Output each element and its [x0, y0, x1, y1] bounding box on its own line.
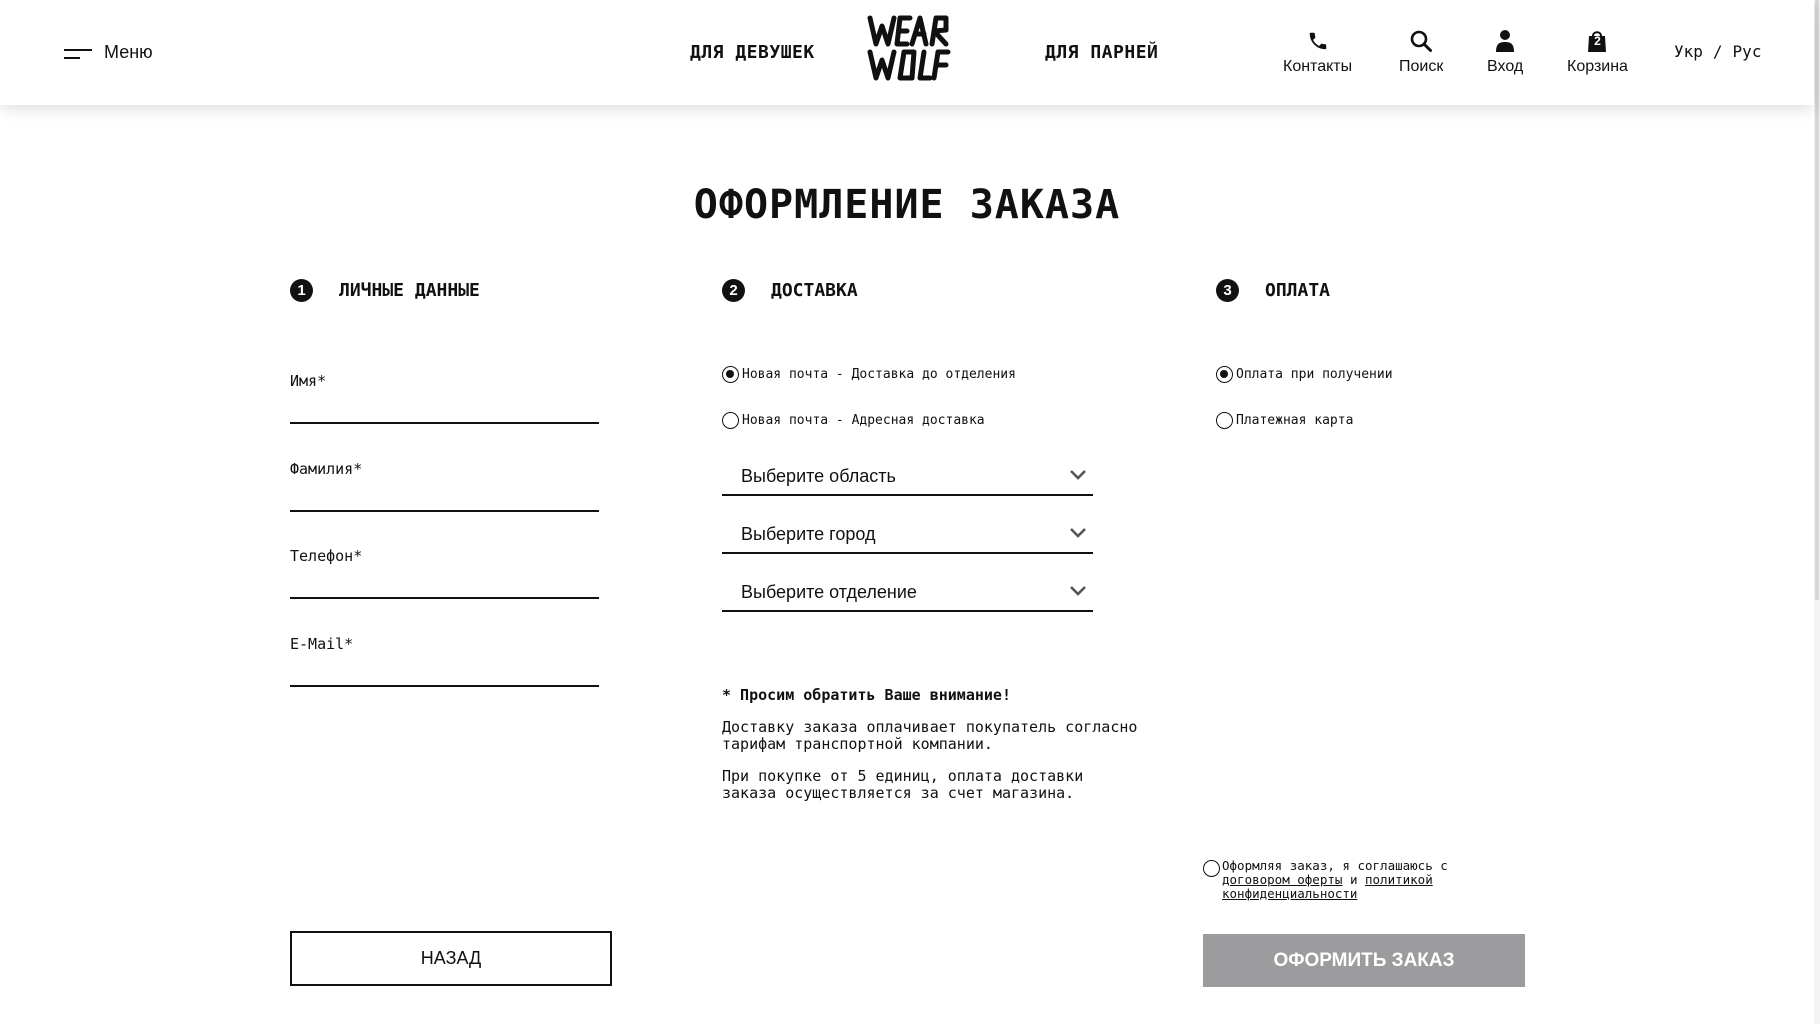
chevron-down-icon — [1070, 586, 1086, 596]
hamburger-icon — [64, 46, 92, 60]
notice-title: * Просим обратить Ваше внимание! — [722, 686, 1011, 704]
agreement-text: Оформляя заказ, я соглашаюсь с договором… — [1222, 859, 1493, 901]
step-number: 1 — [290, 279, 313, 302]
payment-option-card[interactable]: Платежная карта — [1216, 412, 1353, 429]
search-icon — [1408, 28, 1434, 54]
submit-order-button[interactable]: ОФОРМИТЬ ЗАКАЗ — [1203, 934, 1525, 987]
contacts-link[interactable]: Контакты — [1283, 28, 1352, 76]
menu-label: Меню — [104, 42, 153, 62]
email-field: E-Mail* — [290, 635, 599, 687]
step-personal-data: 1 ЛИЧНЫЕ ДАННЫЕ — [290, 279, 480, 302]
search-link[interactable]: Поиск — [1399, 28, 1443, 76]
radio-button-checked[interactable] — [1216, 366, 1233, 383]
lang-ukr[interactable]: Укр — [1674, 42, 1703, 61]
last-name-field: Фамилия* — [290, 460, 599, 512]
lang-rus[interactable]: Рус — [1733, 42, 1762, 61]
page-title: ОФОРМЛЕНИЕ ЗАКАЗА — [693, 182, 1121, 228]
phone-icon — [1305, 28, 1331, 54]
payment-option-cod[interactable]: Оплата при получении — [1216, 366, 1393, 383]
region-select[interactable]: Выберите область — [722, 458, 1093, 496]
phone-input[interactable] — [290, 573, 599, 595]
delivery-option-branch[interactable]: Новая почта - Доставка до отделения — [722, 366, 1016, 383]
site-header: Меню ДЛЯ ДЕВУШЕК ДЛЯ ПАРНЕЙ Контакты Пои… — [0, 0, 1814, 105]
region-select-value: Выберите область — [741, 466, 896, 486]
back-button[interactable]: НАЗАД — [290, 931, 612, 986]
nav-link-boys[interactable]: ДЛЯ ПАРНЕЙ — [1045, 42, 1158, 63]
city-select[interactable]: Выберите город — [722, 516, 1093, 554]
contacts-label: Контакты — [1283, 58, 1353, 75]
login-link[interactable]: Вход — [1487, 28, 1523, 76]
email-label: E-Mail* — [290, 635, 354, 653]
lang-separator: / — [1712, 42, 1723, 61]
step-title: ДОСТАВКА — [771, 280, 858, 301]
phone-field: Телефон* — [290, 547, 599, 599]
cart-count-badge: 2 — [1594, 34, 1601, 48]
user-icon — [1492, 28, 1518, 54]
language-switcher: Укр / Рус — [1674, 42, 1761, 61]
step-number: 2 — [722, 279, 745, 302]
menu-button[interactable]: Меню — [64, 42, 153, 63]
agreement-text-and: и — [1342, 872, 1365, 887]
branch-select[interactable]: Выберите отделение — [722, 574, 1093, 612]
chevron-down-icon — [1070, 470, 1086, 480]
shopping-bag-icon: 2 — [1584, 28, 1610, 54]
notice-paragraph: При покупке от 5 единиц, оплата доставки… — [722, 767, 1084, 802]
agreement-checkbox[interactable] — [1203, 860, 1220, 877]
last-name-label: Фамилия* — [290, 460, 363, 478]
page-scrollbar[interactable] — [1814, 0, 1820, 1024]
cart-link[interactable]: 2 Корзина — [1567, 28, 1628, 76]
radio-button[interactable] — [1216, 412, 1233, 429]
branch-select-value: Выберите отделение — [741, 582, 917, 602]
email-input[interactable] — [290, 661, 599, 683]
payment-option-label: Платежная карта — [1236, 413, 1354, 428]
step-title: ЛИЧНЫЕ ДАННЫЕ — [339, 280, 480, 301]
city-select-value: Выберите город — [741, 524, 876, 544]
agreement-checkbox-row: Оформляя заказ, я соглашаюсь с договором… — [1203, 859, 1493, 901]
search-label: Поиск — [1399, 58, 1444, 75]
first-name-input[interactable] — [290, 398, 599, 420]
payment-option-label: Оплата при получении — [1236, 367, 1393, 382]
nav-link-girls[interactable]: ДЛЯ ДЕВУШЕК — [690, 42, 815, 63]
scrollbar-thumb[interactable] — [1815, 0, 1819, 600]
delivery-option-label: Новая почта - Доставка до отделения — [742, 367, 1016, 382]
notice-paragraph: Доставку заказа оплачивает покупатель со… — [722, 718, 1138, 753]
chevron-down-icon — [1070, 528, 1086, 538]
step-payment: 3 ОПЛАТА — [1216, 279, 1330, 302]
wearwolf-logo[interactable] — [864, 12, 962, 84]
first-name-label: Имя* — [290, 372, 327, 390]
radio-button[interactable] — [722, 412, 739, 429]
step-number: 3 — [1216, 279, 1239, 302]
phone-label: Телефон* — [290, 547, 363, 565]
radio-button-checked[interactable] — [722, 366, 739, 383]
last-name-input[interactable] — [290, 486, 599, 508]
delivery-option-address[interactable]: Новая почта - Адресная доставка — [722, 412, 985, 429]
cart-label: Корзина — [1567, 58, 1628, 75]
agreement-text-before: Оформляя заказ, я соглашаюсь с — [1222, 858, 1448, 873]
delivery-notice: * Просим обратить Ваше внимание! Доставк… — [722, 687, 1142, 802]
login-label: Вход — [1487, 58, 1524, 75]
first-name-field: Имя* — [290, 372, 599, 424]
step-delivery: 2 ДОСТАВКА — [722, 279, 858, 302]
delivery-option-label: Новая почта - Адресная доставка — [742, 413, 985, 428]
offer-link[interactable]: договором оферты — [1222, 872, 1342, 887]
step-title: ОПЛАТА — [1265, 280, 1331, 301]
